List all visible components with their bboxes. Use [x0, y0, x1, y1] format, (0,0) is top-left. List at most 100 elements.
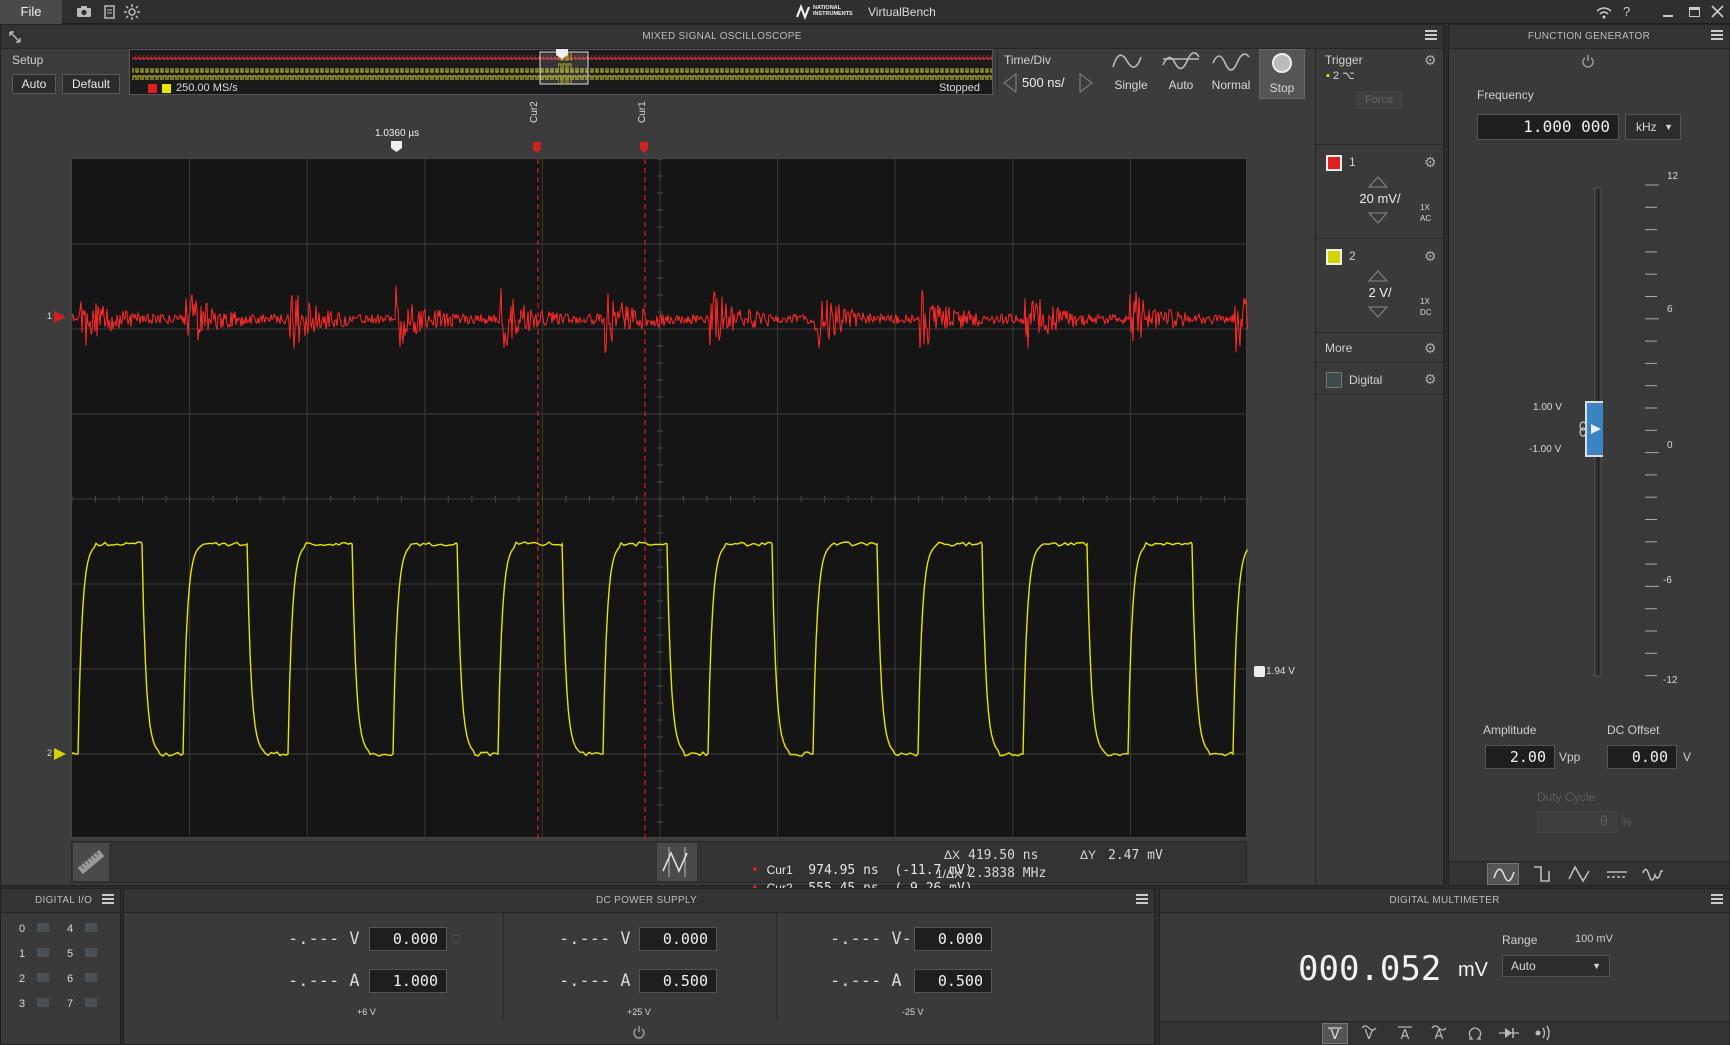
dio-line-2[interactable]: 2 — [19, 973, 50, 985]
scope-screen[interactable] — [71, 158, 1249, 839]
stop-button[interactable]: Stop — [1259, 49, 1305, 99]
settings-sun-icon[interactable] — [124, 4, 140, 20]
dio-line-1[interactable]: 1 — [19, 948, 50, 960]
timediv-value[interactable]: 500 ns/ — [1022, 75, 1065, 90]
auto-setup-button[interactable]: Auto — [12, 74, 56, 94]
psu3-voltage-setpoint[interactable]: 0.000 — [914, 927, 992, 951]
minimize-icon[interactable] — [1663, 15, 1673, 17]
camera-icon[interactable] — [76, 5, 92, 18]
range-select[interactable]: Auto ▼ — [1502, 955, 1610, 977]
wifi-icon[interactable] — [1596, 6, 1612, 19]
normal-button[interactable]: Normal — [1209, 51, 1253, 97]
dmm-menu-icon[interactable] — [1711, 894, 1723, 906]
dio-line-6[interactable]: 6 — [67, 973, 98, 985]
duty-cycle-input[interactable]: 0 — [1537, 811, 1617, 833]
psu-title: DC POWER SUPPLY — [124, 889, 1154, 913]
ch1-enable-checkbox[interactable] — [1326, 155, 1342, 171]
ch1-offset-marker[interactable]: 1 — [47, 311, 67, 323]
dio-line-5[interactable]: 5 — [67, 948, 98, 960]
psu3-current-setpoint[interactable]: 0.500 — [914, 969, 992, 993]
arbitrary-wave-button[interactable] — [1637, 863, 1669, 885]
cursor2-label: Cur2 — [529, 101, 540, 123]
file-menu[interactable]: File — [0, 0, 62, 24]
ch2-scale-down-icon[interactable] — [1367, 305, 1389, 318]
frequency-unit-select[interactable]: kHz ▼ — [1625, 114, 1681, 140]
fgen-menu-icon[interactable] — [1711, 30, 1723, 42]
link-icon[interactable] — [1579, 421, 1587, 437]
sample-rate: 250.00 MS/s — [176, 82, 238, 94]
ch1-scale-up-icon[interactable] — [1367, 175, 1389, 188]
svg-text:A: A — [1401, 1028, 1410, 1043]
dc-offset-input[interactable]: 0.00 — [1607, 745, 1677, 769]
timediv-decrease-icon[interactable] — [1002, 73, 1018, 93]
dio-menu-icon[interactable] — [102, 894, 114, 906]
export-icon[interactable] — [104, 5, 116, 19]
scope-title: MIXED SIGNAL OSCILLOSCOPE — [1, 25, 1443, 49]
more-section[interactable]: More ⚙ — [1316, 333, 1444, 363]
fgen-power-icon[interactable] — [1581, 54, 1595, 68]
digital-section[interactable]: Digital ⚙ — [1316, 363, 1444, 395]
dc-amps-button[interactable]: A — [1392, 1023, 1418, 1044]
ch1-section[interactable]: 1 ⚙ 20 mV/ 1X AC — [1316, 145, 1444, 239]
trigger-section[interactable]: Trigger ⚙ ▪ 2 ⌥ Force — [1316, 49, 1444, 145]
ch2-enable-checkbox[interactable] — [1326, 249, 1342, 265]
ch2-gear-icon[interactable]: ⚙ — [1424, 249, 1438, 263]
more-gear-icon[interactable]: ⚙ — [1424, 341, 1438, 355]
dio-line-3[interactable]: 3 — [19, 998, 50, 1010]
resistance-button[interactable] — [1462, 1023, 1488, 1044]
auto-button[interactable]: Auto — [1159, 51, 1203, 97]
ch2-scale-up-icon[interactable] — [1367, 269, 1389, 282]
digital-enable-checkbox[interactable] — [1326, 372, 1342, 388]
psu2-voltage-setpoint[interactable]: 0.000 — [639, 927, 717, 951]
psu-power-icon[interactable] — [632, 1025, 646, 1039]
scope-menu-icon[interactable] — [1425, 30, 1437, 42]
trigger-level-marker[interactable]: 1.94 V — [1254, 665, 1304, 679]
maximize-icon[interactable] — [1689, 7, 1700, 17]
amplitude-input[interactable]: 2.00 — [1485, 745, 1555, 769]
app-title: VirtualBench — [868, 5, 936, 19]
trigger-gear-icon[interactable]: ⚙ — [1424, 53, 1438, 67]
cursor2-marker[interactable] — [533, 142, 541, 153]
normal-wave-icon — [1212, 53, 1250, 71]
timediv-increase-icon[interactable] — [1078, 73, 1094, 93]
psu2-current-setpoint[interactable]: 0.500 — [639, 969, 717, 993]
dc-volts-button[interactable]: V — [1322, 1023, 1348, 1044]
diode-button[interactable] — [1496, 1023, 1522, 1044]
record-overview[interactable]: 250.00 MS/s Stopped — [129, 49, 993, 95]
force-trigger-button[interactable]: Force — [1356, 91, 1402, 109]
help-icon[interactable]: ? — [1623, 4, 1630, 19]
ch1-scale-value[interactable]: 20 mV/ — [1351, 191, 1409, 206]
triangle-wave-button[interactable] — [1563, 863, 1595, 885]
dc-wave-button[interactable] — [1601, 863, 1633, 885]
digital-gear-icon[interactable]: ⚙ — [1424, 372, 1438, 386]
psu-menu-icon[interactable] — [1136, 894, 1148, 906]
ch2-scale-value[interactable]: 2 V/ — [1351, 285, 1409, 300]
chevron-down-icon: ▼ — [1664, 122, 1673, 132]
dio-lines: 0 4 1 5 2 6 3 7 — [19, 923, 109, 1033]
frequency-input[interactable]: 1.000 000 — [1477, 114, 1619, 140]
dio-line-4[interactable]: 4 — [67, 923, 98, 935]
ch2-section[interactable]: 2 ⚙ 2 V/ 1X DC — [1316, 239, 1444, 333]
ruler-icon[interactable] — [73, 843, 109, 881]
continuity-button[interactable] — [1530, 1023, 1556, 1044]
ch1-probe: 1X — [1420, 203, 1430, 212]
ch1-gear-icon[interactable]: ⚙ — [1424, 155, 1438, 169]
ac-amps-button[interactable]: A — [1426, 1023, 1452, 1044]
square-wave-button[interactable] — [1527, 863, 1559, 885]
close-icon[interactable] — [1711, 5, 1724, 18]
cursor1-marker[interactable] — [640, 142, 648, 153]
psu1-voltage-setpoint[interactable]: 0.000 — [369, 927, 447, 951]
ch2-offset-marker[interactable]: 2 — [47, 748, 67, 760]
ch1-scale-down-icon[interactable] — [1367, 211, 1389, 224]
single-button[interactable]: Single — [1109, 51, 1153, 97]
expand-icon[interactable] — [8, 30, 22, 44]
default-setup-button[interactable]: Default — [62, 74, 120, 94]
dio-line-0[interactable]: 0 — [19, 923, 50, 935]
voltage-scale[interactable]: 12 6 0 -6 -12 — [1589, 160, 1709, 721]
cursor-mode-icon[interactable] — [657, 843, 697, 881]
dio-line-7[interactable]: 7 — [67, 998, 98, 1010]
trigger-position-marker[interactable] — [391, 141, 402, 152]
ac-volts-button[interactable]: V — [1356, 1023, 1382, 1044]
sine-wave-button[interactable] — [1487, 863, 1519, 885]
psu1-current-setpoint[interactable]: 1.000 — [369, 969, 447, 993]
